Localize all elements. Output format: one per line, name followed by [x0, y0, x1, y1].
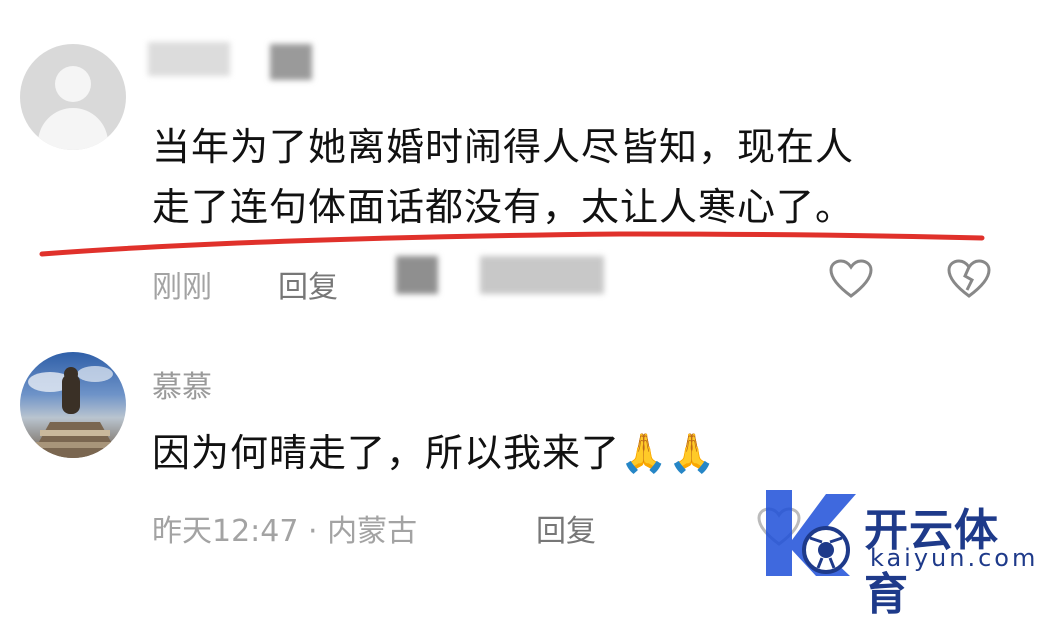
kaiyun-logo-icon	[766, 490, 856, 576]
comment-text-body: 因为何晴走了，所以我来了	[152, 431, 621, 475]
blurred-meta-2	[480, 256, 604, 294]
avatar[interactable]	[20, 44, 126, 150]
avatar-head-shape	[55, 66, 91, 102]
comment-time-location: 昨天12:47 · 内蒙古	[152, 514, 418, 549]
watermark-brand-en: kaiyun.com	[870, 544, 1039, 572]
pray-emoji: 🙏🙏	[620, 431, 717, 475]
username[interactable]: 慕慕	[152, 362, 212, 406]
comment-time: 刚刚	[152, 270, 212, 305]
comment-text: 因为何晴走了，所以我来了🙏🙏	[152, 424, 717, 482]
dislike-broken-heart-icon[interactable]	[946, 258, 992, 300]
reply-button[interactable]: 回复	[536, 506, 596, 550]
like-heart-icon[interactable]	[828, 258, 874, 300]
avatar-shoulders-shape	[38, 108, 108, 150]
comment-text-line-1: 当年为了她离婚时闹得人尽皆知，现在人	[152, 125, 855, 169]
avatar-photo-statue	[28, 366, 120, 458]
badge-blurred	[270, 44, 312, 80]
avatar[interactable]	[20, 352, 126, 458]
blurred-meta-1	[396, 256, 438, 294]
username-blurred[interactable]	[148, 42, 230, 76]
watermark-logo: 开云体育 kaiyun.com	[752, 480, 1039, 620]
comment-item: 当年为了她离婚时闹得人尽皆知，现在人 走了连句体面话都没有，太让人寒心了。 刚刚…	[0, 0, 1040, 320]
reply-button[interactable]: 回复	[278, 262, 338, 306]
